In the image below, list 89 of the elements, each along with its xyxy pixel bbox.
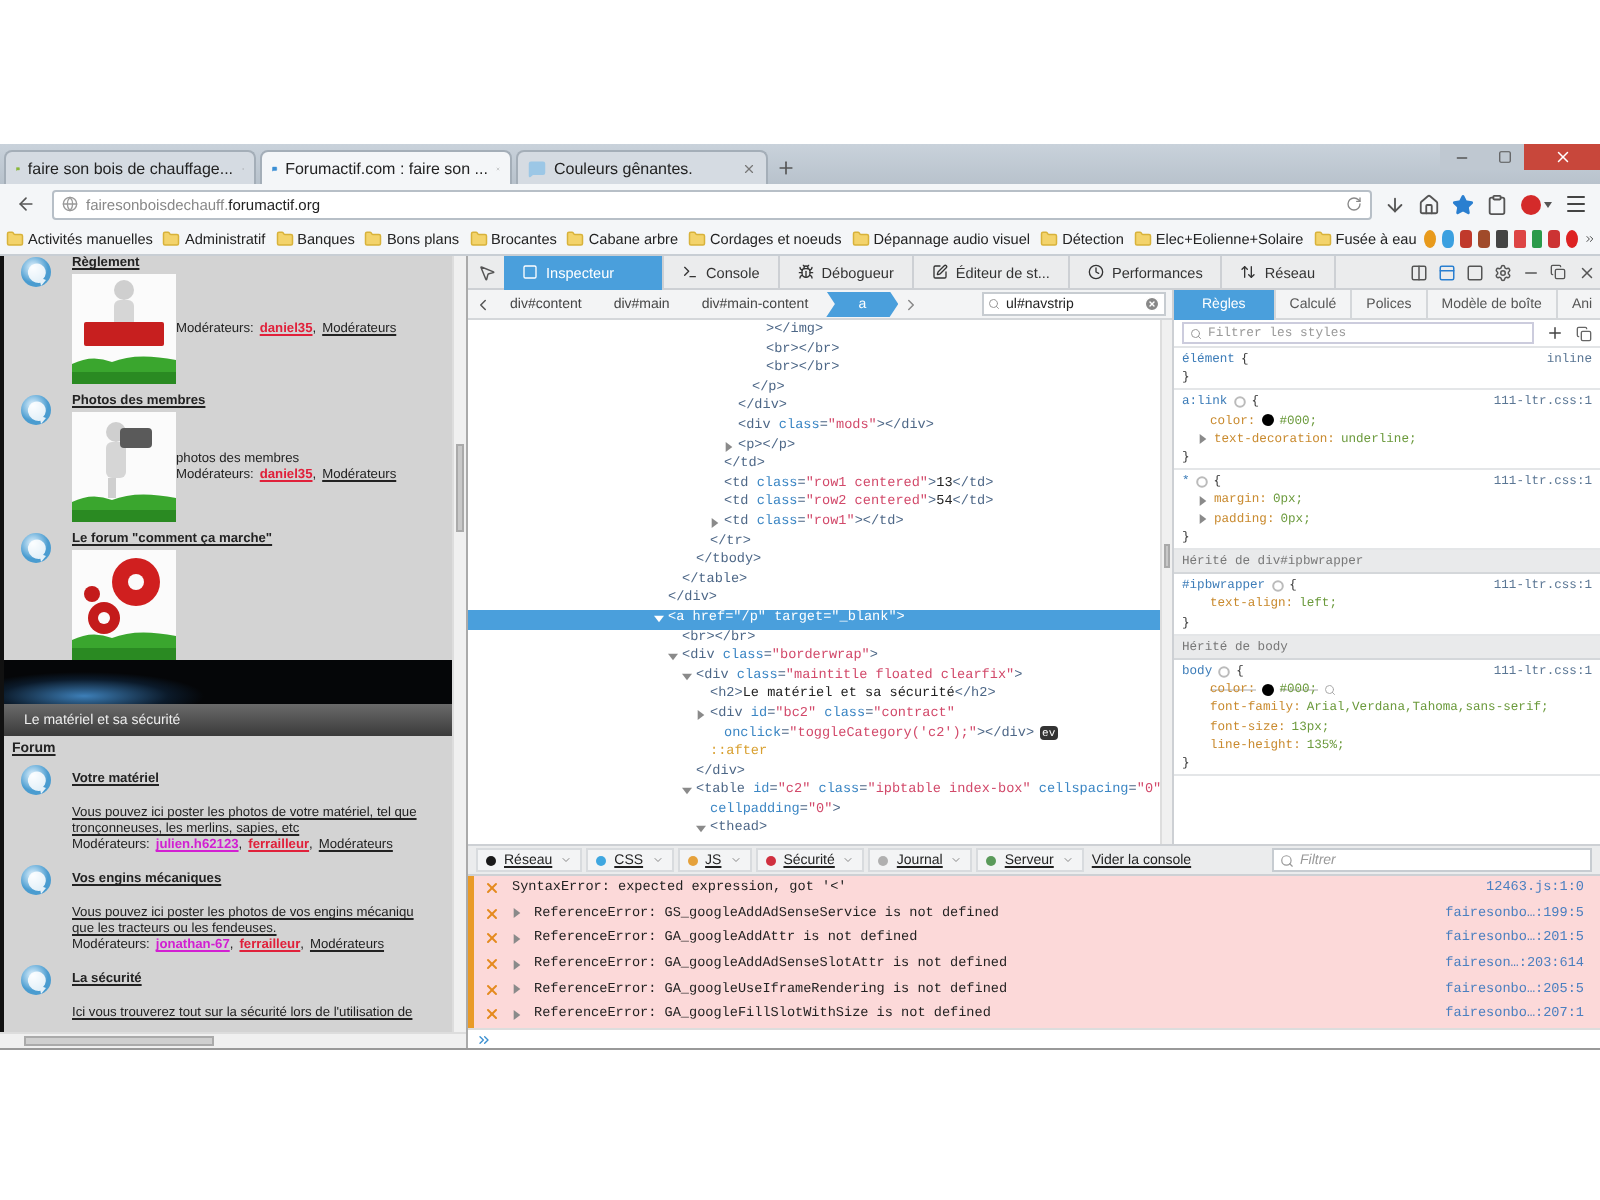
browser-tab[interactable]: faire son bois de chauffage... (4, 150, 256, 184)
triangle-icon[interactable] (682, 786, 692, 797)
triangle-icon[interactable] (696, 824, 706, 835)
reload-icon[interactable] (1346, 196, 1362, 212)
folder-icon (688, 230, 707, 248)
folder-icon (364, 230, 383, 248)
clock-icon (1087, 264, 1104, 280)
triangle-icon[interactable] (1198, 495, 1208, 506)
toggle-icon[interactable] (1195, 475, 1208, 488)
close-icon (1577, 263, 1595, 281)
scrollbar[interactable] (452, 256, 466, 1032)
menu-icon[interactable] (1564, 192, 1588, 216)
close-icon (1553, 148, 1571, 166)
pencil-icon (931, 264, 948, 280)
plus-icon (776, 158, 796, 178)
prompt-icon[interactable] (476, 1031, 492, 1047)
console-icon (682, 264, 698, 280)
sphere-icon (20, 964, 52, 996)
panel-icon (1437, 263, 1455, 281)
cursor-icon (477, 263, 495, 281)
sphere-icon (20, 532, 52, 564)
triangle-icon[interactable] (654, 613, 664, 624)
folder-icon (1133, 230, 1152, 248)
download-icon[interactable] (1384, 193, 1406, 215)
triangle-icon[interactable] (682, 671, 692, 682)
caret-icon (651, 854, 664, 866)
caret-icon (1061, 854, 1074, 866)
caret-icon (842, 854, 855, 866)
columns-icon (1409, 263, 1427, 281)
error-icon (484, 905, 500, 922)
more-icon[interactable] (1584, 230, 1597, 248)
toggle-icon[interactable] (1233, 396, 1246, 408)
windows-icon (1550, 264, 1566, 280)
triangle-icon[interactable] (696, 709, 706, 720)
globe-icon (62, 196, 78, 212)
browser-tab[interactable]: Couleurs gênantes. (516, 150, 768, 184)
folder-icon (1040, 230, 1059, 248)
sphere-icon (20, 394, 52, 426)
triangle-icon[interactable] (710, 517, 720, 528)
search-icon (1190, 327, 1202, 339)
bug-icon (797, 264, 814, 280)
clipboard-icon[interactable] (1486, 193, 1508, 215)
copy-icon[interactable] (1576, 325, 1592, 341)
error-icon (484, 880, 500, 897)
folder-icon (851, 230, 870, 248)
settings-icon (1493, 263, 1511, 281)
close-icon[interactable] (742, 161, 756, 175)
clear-icon[interactable] (1144, 296, 1160, 312)
caret-icon (560, 854, 573, 866)
error-icon (484, 981, 500, 998)
triangle-icon[interactable] (512, 959, 522, 970)
folder-icon (6, 230, 24, 248)
toggle-icon[interactable] (1218, 665, 1231, 678)
scrollbar[interactable] (1160, 320, 1172, 844)
home-icon[interactable] (1418, 193, 1440, 215)
caret-icon (950, 854, 963, 866)
triangle-icon[interactable] (512, 908, 522, 919)
sphere-icon (20, 864, 52, 896)
scrollbar[interactable] (0, 1032, 466, 1048)
search-icon (1280, 853, 1294, 867)
caret-icon (729, 854, 742, 866)
toggle-icon[interactable] (1271, 579, 1284, 592)
back-arrow-icon (16, 194, 36, 214)
error-icon (484, 1006, 500, 1023)
square-icon (1497, 150, 1511, 164)
star-icon[interactable] (1452, 193, 1474, 215)
triangle-icon[interactable] (724, 441, 734, 452)
folder-icon (1313, 230, 1332, 248)
folder-icon (469, 230, 488, 248)
search-icon (988, 298, 1000, 310)
add-icon[interactable] (1546, 324, 1564, 342)
error-icon (484, 956, 500, 973)
folder-icon (162, 230, 181, 248)
arrows-icon (1240, 264, 1257, 280)
triangle-icon[interactable] (512, 1009, 522, 1020)
folder-icon (275, 230, 294, 248)
search-icon[interactable] (1323, 683, 1336, 696)
triangle-icon[interactable] (1198, 433, 1208, 444)
triangle-icon[interactable] (1198, 513, 1208, 524)
sphere-icon (20, 764, 52, 796)
back-icon[interactable] (474, 295, 492, 313)
browser-tab[interactable]: Forumactif.com : faire son ... (260, 150, 512, 184)
error-icon (484, 930, 500, 947)
folder-icon (566, 230, 585, 248)
square-icon (1465, 263, 1483, 281)
triangle-icon[interactable] (668, 652, 678, 663)
square-icon (522, 264, 538, 280)
triangle-icon[interactable] (512, 933, 522, 944)
triangle-icon[interactable] (512, 984, 522, 995)
